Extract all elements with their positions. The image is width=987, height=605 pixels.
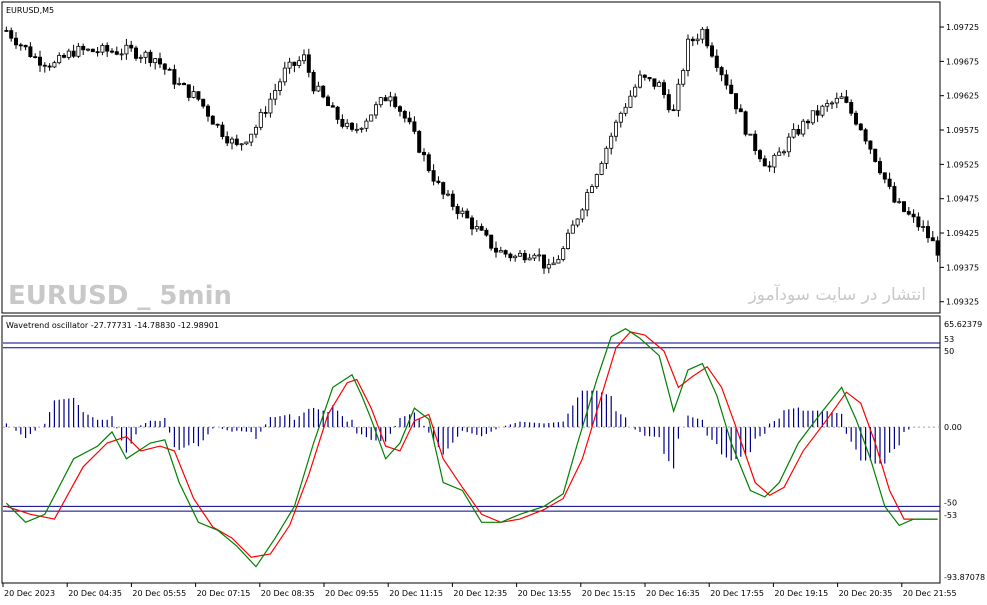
candle — [748, 133, 753, 136]
candle — [369, 114, 374, 122]
price-tick-label: 1.09475 — [946, 195, 979, 204]
time-label: 20 Dec 11:15 — [389, 589, 443, 598]
indicator-title: Wavetrend oscillator -27.77731 -14.78830… — [6, 321, 219, 330]
level-label: -53 — [944, 511, 957, 520]
time-label: 20 Dec 2023 — [4, 589, 55, 598]
level-label: 0.00 — [944, 423, 962, 432]
candle — [599, 161, 604, 176]
candle — [801, 118, 806, 137]
candle — [133, 45, 138, 61]
candle — [321, 85, 326, 99]
candle — [858, 122, 863, 131]
time-label: 20 Dec 05:55 — [132, 589, 186, 598]
price-tick-label: 1.09375 — [946, 263, 979, 272]
candle — [686, 34, 691, 77]
candle — [854, 110, 859, 126]
watermark-right: انتشار در سایت سودآموز — [748, 283, 926, 305]
price-tick-label: 1.09725 — [946, 23, 979, 32]
price-tick-label: 1.09675 — [946, 57, 979, 66]
time-label: 20 Dec 16:35 — [646, 589, 700, 598]
watermark-left: EURUSD _ 5min — [8, 281, 232, 311]
chart-canvas: EURUSD,M5 EURUSD _ 5min انتشار در سایت س… — [0, 0, 987, 605]
pane-title: EURUSD,M5 — [6, 6, 54, 15]
candle — [311, 69, 316, 95]
candle — [210, 115, 215, 125]
time-label: 20 Dec 19:15 — [774, 589, 828, 598]
price-tick-label: 1.09425 — [946, 229, 979, 238]
time-label: 20 Dec 15:15 — [582, 589, 636, 598]
price-tick-label: 1.09325 — [946, 298, 979, 307]
candle — [426, 152, 431, 173]
price-axis: 1.09725 1.09675 1.09625 1.09575 1.09525 1.094… — [940, 23, 979, 307]
time-label: 20 Dec 17:55 — [710, 589, 764, 598]
candle — [489, 234, 494, 251]
indicator-min-label: -93.87078 — [944, 573, 985, 582]
time-label: 20 Dec 08:35 — [261, 589, 315, 598]
price-tick-label: 1.09525 — [946, 160, 979, 169]
level-label: 50 — [944, 347, 954, 356]
candle — [743, 110, 748, 137]
candle — [90, 48, 95, 53]
time-label: 20 Dec 20:35 — [839, 589, 893, 598]
time-label: 20 Dec 13:55 — [518, 589, 572, 598]
price-tick-label: 1.09625 — [946, 92, 979, 101]
candle — [561, 246, 566, 262]
candle — [810, 110, 815, 125]
candle — [594, 173, 599, 189]
time-label: 20 Dec 21:55 — [903, 589, 957, 598]
candle — [902, 201, 907, 213]
time-label: 20 Dec 12:35 — [453, 589, 507, 598]
time-label: 20 Dec 07:15 — [197, 589, 251, 598]
level-label: 53 — [944, 335, 954, 344]
time-label: 20 Dec 04:35 — [68, 589, 122, 598]
candle — [705, 26, 710, 49]
price-tick-label: 1.09575 — [946, 126, 979, 135]
candle — [873, 148, 878, 163]
level-label: -50 — [944, 498, 957, 507]
indicator-max-label: 65.62379 — [944, 320, 982, 329]
time-label: 20 Dec 09:55 — [325, 589, 379, 598]
candle — [417, 129, 422, 154]
candle — [681, 68, 686, 87]
